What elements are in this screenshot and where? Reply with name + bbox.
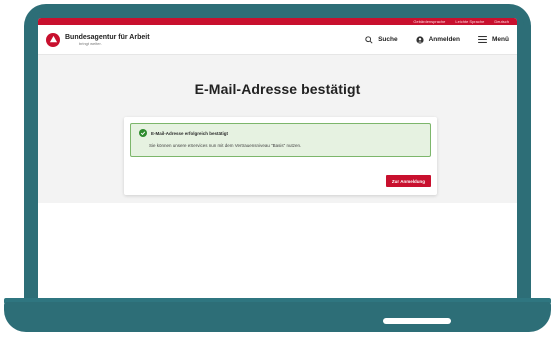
login-label: Anmelden	[428, 36, 461, 43]
login-button[interactable]: Anmelden	[415, 35, 461, 44]
hamburger-icon	[478, 36, 487, 43]
site-header: Bundesagentur für Arbeit bringt weiter. …	[38, 25, 517, 55]
to-login-button[interactable]: Zur Anmeldung	[385, 175, 431, 187]
laptop-base	[4, 302, 551, 332]
logo-subtitle: bringt weiter.	[79, 40, 102, 46]
menu-label: Menü	[492, 36, 509, 43]
ba-logo-icon[interactable]	[46, 32, 60, 47]
page-lower-area	[38, 203, 517, 303]
alert-title: E-Mail-Adresse erfolgreich bestätigt	[151, 130, 229, 136]
utility-link-language[interactable]: Deutsch	[494, 18, 509, 25]
main-content: E-Mail-Adresse bestätigt E-Mail-Adresse …	[38, 55, 517, 203]
alert-message: Sie können unsere eServices nun mit dem …	[149, 143, 302, 148]
laptop-illustration: Gebärdensprache Leichte Sprache Deutsch …	[0, 0, 555, 338]
confirmation-card: E-Mail-Adresse erfolgreich bestätigt Sie…	[124, 117, 437, 195]
success-alert: E-Mail-Adresse erfolgreich bestätigt Sie…	[130, 123, 431, 157]
search-label: Suche	[378, 36, 398, 43]
logo[interactable]: Bundesagentur für Arbeit bringt weiter.	[65, 34, 150, 46]
utility-bar: Gebärdensprache Leichte Sprache Deutsch	[38, 18, 517, 25]
header-actions: Suche Anmelden Menü	[365, 35, 509, 44]
laptop-trackpad-notch	[383, 318, 451, 324]
utility-link-easy-language[interactable]: Leichte Sprache	[455, 18, 484, 25]
page-title: E-Mail-Adresse bestätigt	[194, 81, 361, 97]
alert-header: E-Mail-Adresse erfolgreich bestätigt	[139, 129, 422, 137]
search-button[interactable]: Suche	[365, 35, 398, 44]
laptop-screen: Gebärdensprache Leichte Sprache Deutsch …	[38, 18, 517, 304]
check-circle-icon	[139, 129, 147, 137]
logo-title: Bundesagentur für Arbeit	[65, 33, 150, 41]
utility-link-sign-language[interactable]: Gebärdensprache	[413, 18, 445, 25]
user-icon	[415, 35, 424, 44]
menu-button[interactable]: Menü	[478, 36, 509, 43]
search-icon	[365, 35, 373, 44]
laptop-lid: Gebärdensprache Leichte Sprache Deutsch …	[24, 4, 531, 304]
